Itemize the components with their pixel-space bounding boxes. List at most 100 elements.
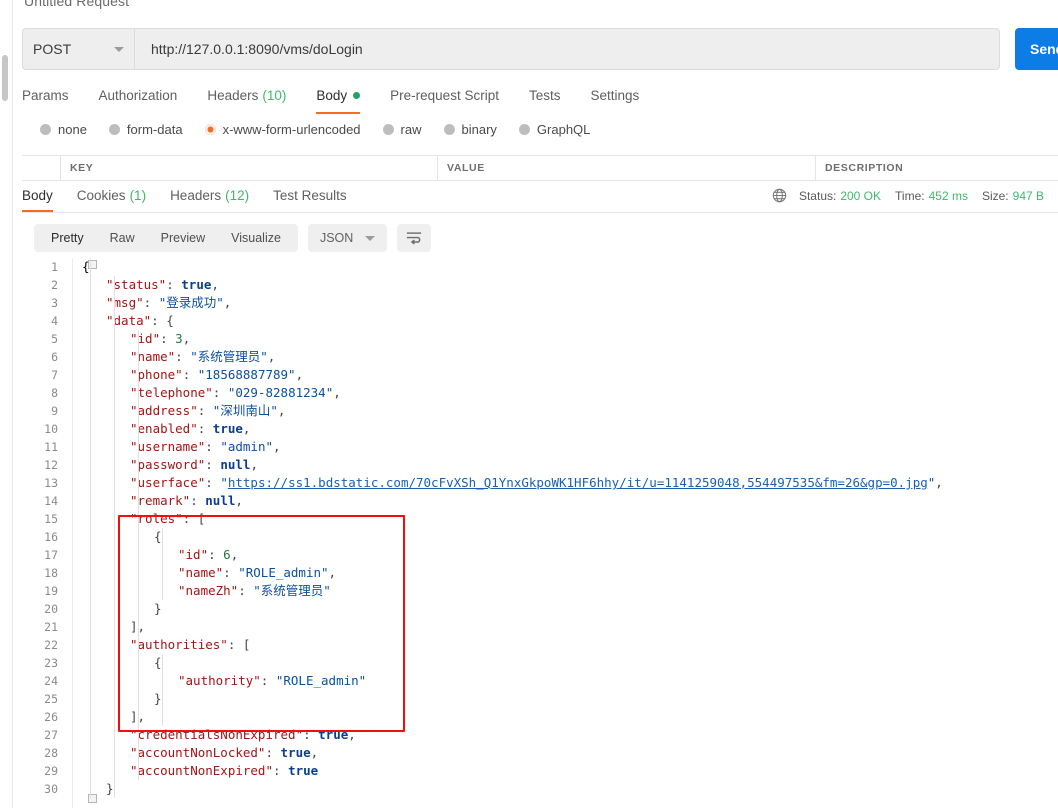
line-number: 13 [44,476,58,490]
url-input[interactable]: http://127.0.0.1:8090/vms/doLogin [134,28,1000,70]
line-number: 9 [51,404,58,418]
code-line: 24 "authority": "ROLE_admin" [22,672,1058,690]
code-line: 5 "id": 3, [22,330,1058,348]
request-tab-params[interactable]: Params [22,84,69,114]
code-line: 23 { [22,654,1058,672]
line-content: { [82,259,90,274]
response-body-viewer[interactable]: 1{2 "status": true, 3 "msg": "登录成功", 4 "data"… [22,258,1058,808]
response-tab-cookies[interactable]: Cookies (1) [77,186,146,212]
main-panel: Untitled Request POST http://127.0.0.1:8… [12,0,1058,808]
response-tab-body[interactable]: Body [22,186,53,212]
line-content: } [106,781,114,796]
body-type-radio-form-data[interactable]: form-data [108,122,183,137]
line-number: 19 [44,584,58,598]
code-line: 20} [22,600,1058,618]
body-type-radio-x-www-form-urlencoded[interactable]: x-www-form-urlencoded [204,122,361,137]
radio-label: none [58,122,87,137]
line-number: 26 [44,710,58,724]
json-code: 1{2 "status": true, 3 "msg": "登录成功", 4 "data"… [22,258,1058,798]
code-line: 29 "accountNonExpired": true [22,762,1058,780]
request-tab-tests[interactable]: Tests [529,84,561,114]
line-content: "id": 3, [130,331,191,346]
response-format-toolbar: Pretty Raw Preview Visualize JSON [34,224,432,252]
response-time: Time: 452 ms [895,188,968,203]
line-number: 22 [44,638,58,652]
code-line: 12 "password": null, [22,456,1058,474]
body-type-radio-none[interactable]: none [40,122,87,137]
line-number: 14 [44,494,58,508]
wrap-text-icon [407,232,422,245]
indent-guide [138,330,139,780]
line-content: { [154,655,162,670]
line-content: "status": true, [106,277,219,292]
code-line: 18 "name": "ROLE_admin", [22,564,1058,582]
tab-label: Authorization [98,87,178,103]
line-number: 23 [44,656,58,670]
line-number: 25 [44,692,58,706]
line-number: 11 [44,440,58,454]
radio-label: GraphQL [536,122,591,137]
response-size: Size: 947 B [981,188,1044,203]
format-raw[interactable]: Raw [97,224,148,252]
body-type-radio-binary[interactable]: binary [443,122,497,137]
format-visualize[interactable]: Visualize [218,224,294,252]
request-tab-headers[interactable]: Headers (10) [207,84,286,114]
response-tab-headers[interactable]: Headers (12) [170,186,249,212]
send-button[interactable]: Send [1015,28,1058,70]
code-line: 11 "username": "admin", [22,438,1058,456]
line-number: 30 [44,782,58,796]
code-line: 4 "data": { [22,312,1058,330]
line-content: "authorities": [ [130,637,251,652]
request-tab-pre-request-script[interactable]: Pre-request Script [390,84,499,114]
tab-label: Headers [170,188,222,203]
radio-label: form-data [126,122,183,137]
http-method-select[interactable]: POST [22,28,134,70]
format-pretty[interactable]: Pretty [38,224,97,252]
wrap-lines-button[interactable] [397,224,432,252]
tab-count: (12) [225,188,250,203]
indent-guide [114,276,115,798]
response-tab-test-results[interactable]: Test Results [273,186,347,212]
radio-icon [443,124,455,135]
request-tab-authorization[interactable]: Authorization [99,84,178,114]
tab-label: Settings [590,87,640,103]
http-method-label: POST [33,41,72,57]
code-line: 17 "id": 6, [22,546,1058,564]
line-content: "name": "ROLE_admin", [178,565,337,580]
line-number: 10 [44,422,58,436]
request-title: Untitled Request [24,0,130,9]
line-number: 3 [51,296,58,310]
code-line: 7 "phone": "18568887789", [22,366,1058,384]
line-content: "enabled": true, [130,421,251,436]
line-content: "userface": "https://ss1.bdstatic.com/70… [130,475,943,490]
line-content: } [154,601,162,616]
tab-label: Pre-request Script [390,87,499,103]
line-content: "username": "admin", [130,439,281,454]
content-type-select[interactable]: JSON [307,224,388,252]
sidebar-scrollbar[interactable] [2,55,8,101]
body-type-radio-raw[interactable]: raw [382,122,422,137]
radio-icon [518,124,530,135]
line-content: "msg": "登录成功", [106,295,232,310]
format-preview[interactable]: Preview [148,224,218,252]
line-number: 16 [44,530,58,544]
line-content: "address": "深圳南山", [130,403,286,418]
params-table-header: KEY VALUE DESCRIPTION [22,155,1058,181]
line-number: 17 [44,548,58,562]
response-divider [22,212,1058,213]
body-type-radios: none form-data x-www-form-urlencoded raw bin… [40,122,612,137]
line-number: 27 [44,728,58,742]
tab-label: Headers [207,87,259,103]
tab-label: Body [316,87,348,103]
code-line: 1{ [22,258,1058,276]
request-tab-body[interactable]: Body [316,84,361,114]
response-status-strip: Status: 200 OK Time: 452 ms Size: 947 B [772,188,1058,203]
code-line: 10 "enabled": true, [22,420,1058,438]
request-tabs: Params Authorization Headers (10) Body Pre-re… [22,84,669,114]
line-content: "id": 6, [178,547,239,562]
body-type-radio-graphql[interactable]: GraphQL [518,122,591,137]
code-line: 27 "credentialsNonExpired": true, [22,726,1058,744]
line-number: 12 [44,458,58,472]
request-tab-settings[interactable]: Settings [590,84,639,114]
indent-guide [90,258,91,798]
